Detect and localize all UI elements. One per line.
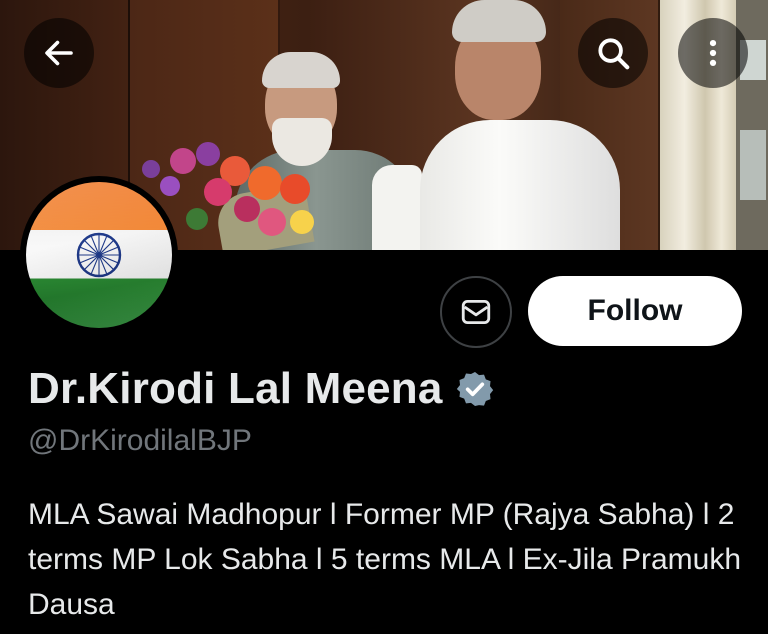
follow-button[interactable]: Follow [528,276,742,346]
search-button[interactable] [578,18,648,88]
banner-person-two-hair [452,0,546,42]
banner-person-one-hair [262,52,340,88]
more-vertical-icon [709,39,717,67]
search-icon [598,38,630,70]
arrow-left-icon [45,40,73,66]
message-button[interactable] [440,276,512,348]
avatar[interactable] [20,176,178,334]
envelope-icon [461,299,491,325]
profile-bio: MLA Sawai Madhopur l Former MP (Rajya Sa… [28,498,742,621]
more-options-button[interactable] [678,18,748,88]
avatar-image-flag [26,182,172,328]
profile-display-name: Dr.Kirodi Lal Meena [28,364,443,413]
banner-person-one-shirt [372,165,422,250]
ashoka-chakra-icon [76,232,122,278]
banner-person-two-body [420,120,620,250]
profile-name-row: Dr.Kirodi Lal Meena [28,364,495,414]
verified-badge-icon[interactable] [455,369,495,409]
back-button[interactable] [24,18,94,88]
profile-handle: @DrKirodilalBJP [28,424,252,457]
